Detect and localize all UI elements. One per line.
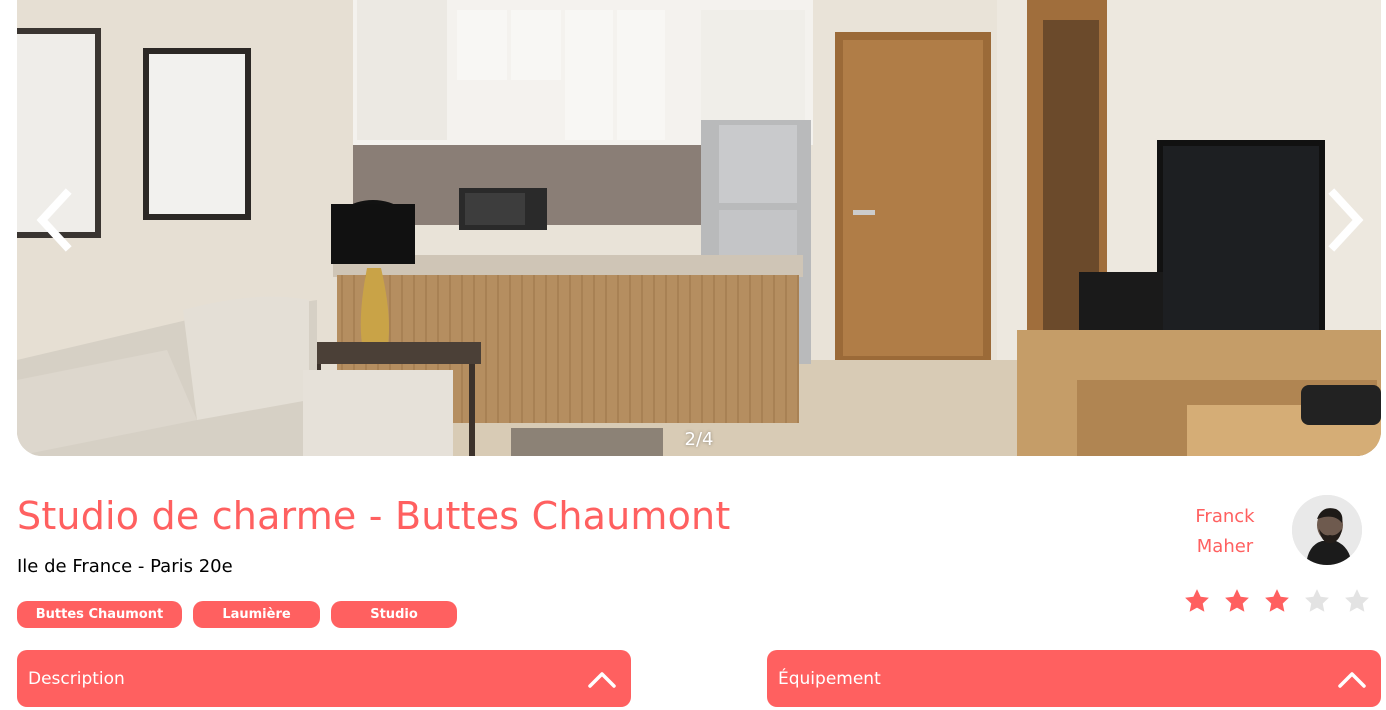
host-card: Franck Maher [1172, 494, 1362, 566]
next-photo-button[interactable] [1323, 185, 1369, 255]
tag: Buttes Chaumont [17, 601, 182, 628]
photo-counter: 2/4 [684, 429, 714, 450]
apartment-photo [17, 0, 1381, 456]
star-filled-icon [1222, 586, 1252, 616]
chevron-up-icon [588, 671, 616, 688]
equipment-label: Équipement [778, 668, 881, 689]
tag: Studio [331, 601, 457, 628]
listing-location: Ile de France - Paris 20e [17, 556, 233, 577]
star-empty-icon [1342, 586, 1372, 616]
listing-title: Studio de charme - Buttes Chaumont [17, 494, 731, 538]
star-filled-icon [1182, 586, 1212, 616]
chevron-up-icon [1338, 671, 1366, 688]
previous-photo-button[interactable] [31, 185, 77, 255]
host-first-name: Franck [1195, 506, 1255, 527]
chevron-right-icon [1328, 188, 1364, 252]
star-filled-icon [1262, 586, 1292, 616]
chevron-left-icon [36, 188, 72, 252]
host-avatar [1292, 495, 1362, 565]
host-last-name: Maher [1196, 536, 1254, 557]
description-collapse-toggle[interactable]: Description [17, 650, 631, 707]
host-name: Franck Maher [1172, 502, 1278, 562]
host-rating [1182, 586, 1372, 616]
photo-carousel: 2/4 [17, 0, 1381, 456]
description-label: Description [28, 668, 125, 689]
equipment-collapse-toggle[interactable]: Équipement [767, 650, 1381, 707]
star-empty-icon [1302, 586, 1332, 616]
tag-list: Buttes Chaumont Laumière Studio [17, 601, 457, 628]
tag: Laumière [193, 601, 320, 628]
